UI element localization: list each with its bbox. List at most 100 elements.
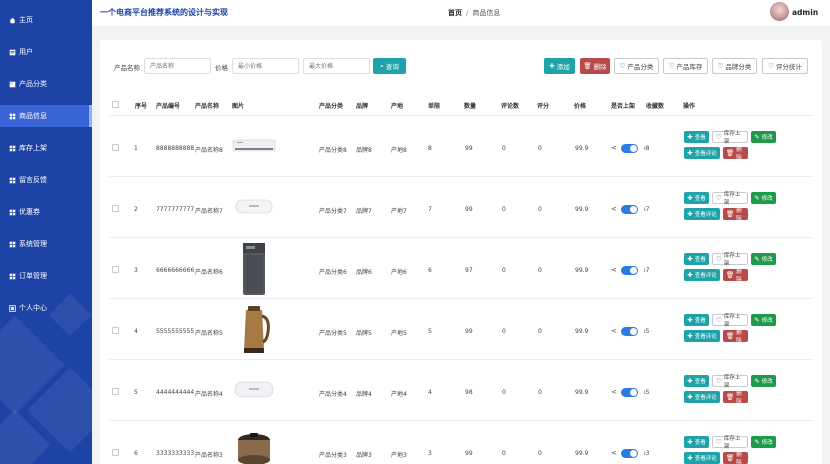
edit-button[interactable]: ✎ 修改 [751,131,776,143]
view-reviews-button[interactable]: ✚ 查看评论 [684,391,720,403]
row-checkbox[interactable] [112,449,119,456]
sidebar-item-inventory[interactable]: 库存上架 [0,137,92,159]
select-all-checkbox[interactable] [112,101,119,108]
table-row: 2 7777777777 产品名称7 产品分类7 品牌7 产地7 7 99 0 … [109,178,813,238]
top-header: 一个电商平台推荐系统的设计与实现 首页 / 商品信息 admin [92,0,830,26]
share-icon[interactable]: < [611,388,617,396]
cell-reviews: 0 [502,450,506,457]
row-delete-button[interactable]: 🗑 删除 [723,147,748,161]
row-checkbox[interactable] [112,266,119,273]
cell-quantity: 99 [465,450,473,457]
delete-button[interactable]: 🗑 删除 [580,58,610,74]
view-button[interactable]: ✚ 查看 [684,131,709,143]
edit-button-label: 修改 [761,379,773,385]
product-name-input[interactable] [144,58,211,74]
view-reviews-button[interactable]: ✚ 查看评论 [684,452,720,464]
edit-button[interactable]: ✎ 修改 [751,253,776,265]
on-shelf-toggle[interactable] [621,388,638,397]
shelve-button[interactable]: ♡ 库存上架 [712,131,748,145]
row-delete-button[interactable]: 🗑 删除 [723,269,748,283]
on-shelf-toggle[interactable] [621,327,638,336]
edit-button[interactable]: ✎ 修改 [751,375,776,387]
plus-icon: ✚ [687,149,693,157]
view-reviews-button-label: 查看评论 [694,395,717,401]
cell-origin: 产地6 [391,269,407,276]
row-checkbox[interactable] [112,205,119,212]
edit-button[interactable]: ✎ 修改 [751,436,776,448]
sidebar-item-system[interactable]: 系统管理 [0,233,92,255]
row-delete-button-label: 删除 [736,452,742,464]
min-price-input[interactable] [232,58,299,74]
view-button[interactable]: ✚ 查看 [684,192,709,204]
share-icon[interactable]: < [611,205,617,213]
view-reviews-button-label: 查看评论 [694,334,717,340]
share-icon[interactable]: < [611,449,617,457]
edit-button[interactable]: ✎ 修改 [751,192,776,204]
plus-icon: ✚ [687,454,693,462]
rating-stats-button[interactable]: ♡ 评分统计 [762,58,808,74]
trash-icon: 🗑 [726,271,735,279]
inventory-button[interactable]: ♡ 产品库存 [663,58,708,74]
row-checkbox[interactable] [112,144,119,151]
query-button[interactable]: ⌕ 查询 [373,58,406,74]
sidebar-item-profile[interactable]: 个人中心 [0,297,92,319]
row-delete-button[interactable]: 🗑 删除 [723,330,748,344]
on-shelf-toggle[interactable] [621,205,638,214]
max-price-input[interactable] [303,58,370,74]
shelve-button[interactable]: ♡ 库存上架 [712,436,748,450]
category-button[interactable]: ♡ 产品分类 [614,58,659,74]
sidebar-item-product-info[interactable]: 商品信息 [0,105,92,127]
share-icon[interactable]: < [611,144,617,152]
row-delete-button[interactable]: 🗑 删除 [723,208,748,222]
cell-name: 产品名称3 [195,452,223,459]
view-button[interactable]: ✚ 查看 [684,375,709,387]
row-checkbox[interactable] [112,388,119,395]
on-shelf-toggle[interactable] [621,266,638,275]
shelve-button[interactable]: ♡ 库存上架 [712,314,748,328]
edit-button[interactable]: ✎ 修改 [751,314,776,326]
cell-favorites: ı5 [644,328,650,335]
view-button[interactable]: ✚ 查看 [684,253,709,265]
sidebar-item-category[interactable]: 产品分类 [0,73,92,95]
cell-code: 7777777777 [156,206,195,213]
breadcrumb-home[interactable]: 首页 [448,9,462,17]
share-icon[interactable]: < [611,266,617,274]
view-button[interactable]: ✚ 查看 [684,436,709,448]
row-delete-button[interactable]: 🗑 删除 [723,391,748,405]
avatar[interactable] [770,2,789,21]
sidebar-item-label: 库存上架 [19,144,47,152]
header-index: 序号 [135,103,148,110]
cell-origin: 产地3 [391,452,407,459]
on-shelf-toggle[interactable] [621,144,638,153]
cell-index: 5 [134,389,138,396]
sidebar-item-coupon[interactable]: 优惠券 [0,201,92,223]
sidebar-item-user[interactable]: 用户 [0,41,92,63]
sidebar-item-label: 主页 [19,16,33,24]
add-button[interactable]: ✚ 添加 [544,58,575,74]
view-reviews-button[interactable]: ✚ 查看评论 [684,147,720,159]
on-shelf-toggle[interactable] [621,449,638,458]
view-reviews-button[interactable]: ✚ 查看评论 [684,269,720,281]
row-checkbox[interactable] [112,327,119,334]
sidebar-item-home[interactable]: 主页 [0,9,92,31]
shelve-button-label: 库存上架 [723,131,741,145]
cell-code: 3333333333 [156,450,195,457]
view-button[interactable]: ✚ 查看 [684,314,709,326]
sidebar-item-feedback[interactable]: 留言反馈 [0,169,92,191]
username[interactable]: admin [792,8,818,17]
edit-icon: ✎ [754,255,760,263]
view-reviews-button[interactable]: ✚ 查看评论 [684,330,720,342]
row-delete-button[interactable]: 🗑 删除 [723,452,748,464]
heart-icon: ♡ [716,377,722,385]
header-actions: 操作 [683,103,696,110]
shelve-button[interactable]: ♡ 库存上架 [712,192,748,206]
view-reviews-button[interactable]: ✚ 查看评论 [684,208,720,220]
sidebar-item-orders[interactable]: 订单管理 [0,265,92,287]
share-icon[interactable]: < [611,327,617,335]
shelve-button[interactable]: ♡ 库存上架 [712,375,748,389]
cell-unit-price: 4 [428,389,432,396]
row-delete-button-label: 删除 [736,147,742,161]
view-reviews-button-label: 查看评论 [694,212,717,218]
brand-category-button[interactable]: ♡ 品牌分类 [712,58,757,74]
shelve-button[interactable]: ♡ 库存上架 [712,253,748,267]
